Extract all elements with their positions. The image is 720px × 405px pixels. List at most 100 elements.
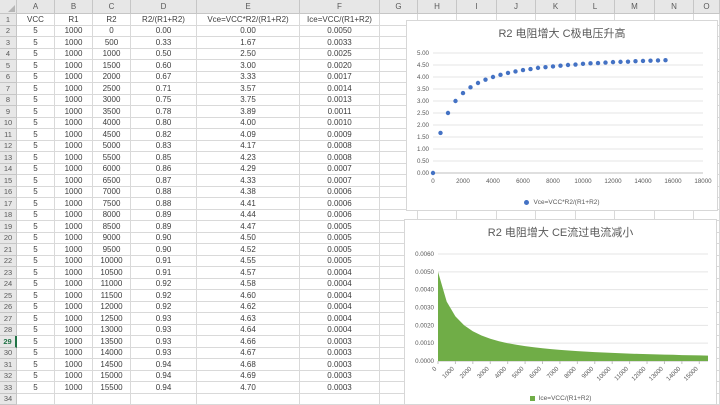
column-header-M[interactable]: M <box>615 0 655 14</box>
cell-B5[interactable]: 1000 <box>55 60 93 72</box>
cell-F11[interactable]: 0.0009 <box>300 129 380 141</box>
cell-A7[interactable]: 5 <box>17 83 55 95</box>
cell-B2[interactable]: 1000 <box>55 26 93 38</box>
cell-F7[interactable]: 0.0014 <box>300 83 380 95</box>
cell-A18[interactable]: 5 <box>17 210 55 222</box>
cell-D12[interactable]: 0.83 <box>131 141 197 153</box>
cell-C10[interactable]: 4000 <box>93 118 131 130</box>
cell-E7[interactable]: 3.57 <box>197 83 300 95</box>
row-header-13[interactable]: 13 <box>0 152 17 164</box>
cell-D9[interactable]: 0.78 <box>131 106 197 118</box>
cell-B32[interactable]: 1000 <box>55 371 93 383</box>
chart-vce-scatter[interactable]: R2 电阻增大 C极电压升高 0.000.501.001.502.002.503… <box>406 20 718 211</box>
column-header-C[interactable]: C <box>93 0 131 14</box>
cell-B21[interactable]: 1000 <box>55 244 93 256</box>
cell-B8[interactable]: 1000 <box>55 95 93 107</box>
cell-D34[interactable] <box>131 394 197 405</box>
cell-C1[interactable]: R2 <box>93 14 131 26</box>
row-header-29[interactable]: 29 <box>0 336 17 348</box>
row-header-5[interactable]: 5 <box>0 60 17 72</box>
cell-A13[interactable]: 5 <box>17 152 55 164</box>
cell-F27[interactable]: 0.0004 <box>300 313 380 325</box>
cell-F32[interactable]: 0.0003 <box>300 371 380 383</box>
cell-C32[interactable]: 15000 <box>93 371 131 383</box>
row-header-3[interactable]: 3 <box>0 37 17 49</box>
cell-A29[interactable]: 5 <box>17 336 55 348</box>
cell-B23[interactable]: 1000 <box>55 267 93 279</box>
cell-B29[interactable]: 1000 <box>55 336 93 348</box>
cell-E29[interactable]: 4.66 <box>197 336 300 348</box>
cell-B4[interactable]: 1000 <box>55 49 93 61</box>
row-header-31[interactable]: 31 <box>0 359 17 371</box>
row-header-34[interactable]: 34 <box>0 394 17 405</box>
cell-A9[interactable]: 5 <box>17 106 55 118</box>
row-header-15[interactable]: 15 <box>0 175 17 187</box>
cell-A25[interactable]: 5 <box>17 290 55 302</box>
cell-B22[interactable]: 1000 <box>55 256 93 268</box>
cell-E26[interactable]: 4.62 <box>197 302 300 314</box>
cell-C25[interactable]: 11500 <box>93 290 131 302</box>
cell-E21[interactable]: 4.52 <box>197 244 300 256</box>
cell-A15[interactable]: 5 <box>17 175 55 187</box>
cell-B7[interactable]: 1000 <box>55 83 93 95</box>
cell-C20[interactable]: 9000 <box>93 233 131 245</box>
cell-F19[interactable]: 0.0005 <box>300 221 380 233</box>
cell-B13[interactable]: 1000 <box>55 152 93 164</box>
cell-B10[interactable]: 1000 <box>55 118 93 130</box>
cell-E12[interactable]: 4.17 <box>197 141 300 153</box>
cell-C33[interactable]: 15500 <box>93 382 131 394</box>
row-header-18[interactable]: 18 <box>0 210 17 222</box>
cell-F15[interactable]: 0.0007 <box>300 175 380 187</box>
cell-F3[interactable]: 0.0033 <box>300 37 380 49</box>
cell-A26[interactable]: 5 <box>17 302 55 314</box>
cell-D5[interactable]: 0.60 <box>131 60 197 72</box>
cell-F10[interactable]: 0.0010 <box>300 118 380 130</box>
cell-A4[interactable]: 5 <box>17 49 55 61</box>
cell-A24[interactable]: 5 <box>17 279 55 291</box>
row-header-6[interactable]: 6 <box>0 72 17 84</box>
cell-F24[interactable]: 0.0004 <box>300 279 380 291</box>
cell-D18[interactable]: 0.89 <box>131 210 197 222</box>
cell-D27[interactable]: 0.93 <box>131 313 197 325</box>
cell-E25[interactable]: 4.60 <box>197 290 300 302</box>
column-header-F[interactable]: F <box>300 0 380 14</box>
chart-ice-area[interactable]: R2 电阻增大 CE流过电流减小 0.00000.00100.00200.003… <box>404 219 717 405</box>
cell-B17[interactable]: 1000 <box>55 198 93 210</box>
cell-E8[interactable]: 3.75 <box>197 95 300 107</box>
cell-D14[interactable]: 0.86 <box>131 164 197 176</box>
cell-E1[interactable]: Vce=VCC*R2/(R1+R2) <box>197 14 300 26</box>
cell-C4[interactable]: 1000 <box>93 49 131 61</box>
cell-D6[interactable]: 0.67 <box>131 72 197 84</box>
cell-E27[interactable]: 4.63 <box>197 313 300 325</box>
row-header-22[interactable]: 22 <box>0 256 17 268</box>
cell-B33[interactable]: 1000 <box>55 382 93 394</box>
cell-A14[interactable]: 5 <box>17 164 55 176</box>
cell-E28[interactable]: 4.64 <box>197 325 300 337</box>
row-header-16[interactable]: 16 <box>0 187 17 199</box>
cell-D11[interactable]: 0.82 <box>131 129 197 141</box>
cell-C21[interactable]: 9500 <box>93 244 131 256</box>
cell-B20[interactable]: 1000 <box>55 233 93 245</box>
cell-D26[interactable]: 0.92 <box>131 302 197 314</box>
cell-F23[interactable]: 0.0004 <box>300 267 380 279</box>
row-header-20[interactable]: 20 <box>0 233 17 245</box>
cell-B1[interactable]: R1 <box>55 14 93 26</box>
cell-E2[interactable]: 0.00 <box>197 26 300 38</box>
cell-A17[interactable]: 5 <box>17 198 55 210</box>
row-header-11[interactable]: 11 <box>0 129 17 141</box>
cell-D25[interactable]: 0.92 <box>131 290 197 302</box>
cell-D32[interactable]: 0.94 <box>131 371 197 383</box>
cell-C14[interactable]: 6000 <box>93 164 131 176</box>
row-header-28[interactable]: 28 <box>0 325 17 337</box>
cell-F4[interactable]: 0.0025 <box>300 49 380 61</box>
column-header-G[interactable]: G <box>380 0 418 14</box>
row-header-26[interactable]: 26 <box>0 302 17 314</box>
cell-A5[interactable]: 5 <box>17 60 55 72</box>
cell-E33[interactable]: 4.70 <box>197 382 300 394</box>
cell-B26[interactable]: 1000 <box>55 302 93 314</box>
cell-B18[interactable]: 1000 <box>55 210 93 222</box>
cell-E19[interactable]: 4.47 <box>197 221 300 233</box>
cell-F2[interactable]: 0.0050 <box>300 26 380 38</box>
cell-F28[interactable]: 0.0004 <box>300 325 380 337</box>
cell-B15[interactable]: 1000 <box>55 175 93 187</box>
